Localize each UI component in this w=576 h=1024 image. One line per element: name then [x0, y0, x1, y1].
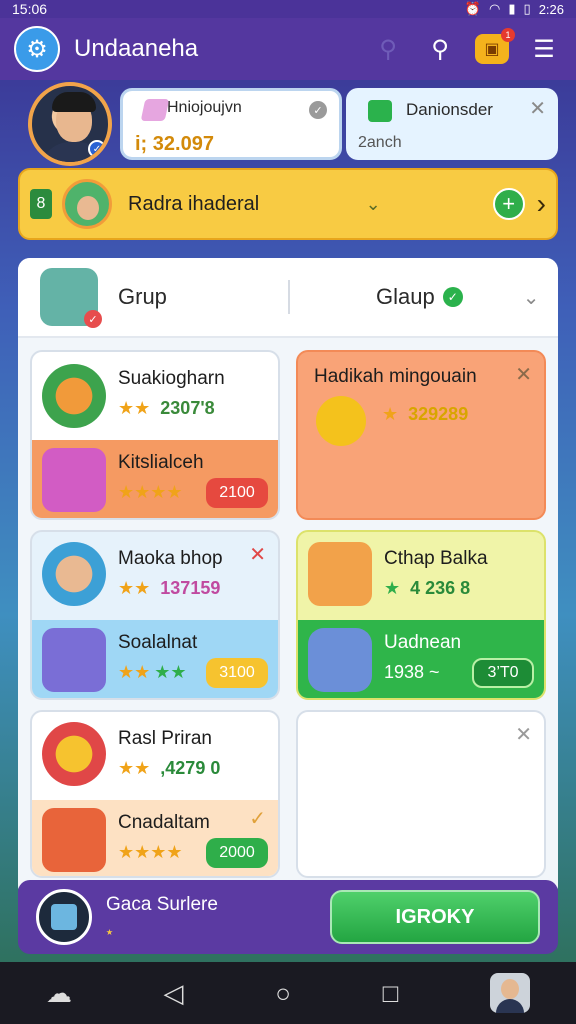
item-rating: ★★ 2307'8: [118, 398, 215, 418]
quest-title: Radra ihaderal: [128, 192, 260, 215]
status-bar: 15:06 ⏰ ◠ ▮ ▯ 2:26: [0, 0, 576, 18]
price-button[interactable]: 3’T0: [472, 658, 534, 688]
item-rating: ★ 4 236 8: [384, 578, 471, 598]
price-button[interactable]: 2100: [206, 478, 268, 508]
item-title: Maoka bhop: [118, 548, 223, 569]
cart-icon: [42, 448, 106, 512]
currency-icon: [140, 99, 170, 121]
item-subvalue: 1938 ~: [384, 662, 440, 682]
tab-glaup[interactable]: Glaup ✓: [376, 284, 463, 310]
game-icon[interactable]: [36, 889, 92, 945]
item-tile[interactable]: Rasl Priran ★★ ,4279 0 Cnadaltam ✓ ★★★★ 2…: [30, 710, 280, 878]
player-avatar[interactable]: ✓: [28, 82, 112, 166]
item-title: Cthap Balka: [384, 548, 488, 569]
close-icon[interactable]: ✕: [529, 96, 546, 121]
item-rating: ★★ 137159: [118, 578, 221, 598]
item-subtitle: Kitslialceh: [118, 452, 204, 473]
badge-icon: ✓: [84, 310, 102, 328]
system-nav-bar: ☁ ◁ ○ □: [0, 962, 576, 1024]
item-tile[interactable]: Suakiogharn ★★ 2307'8 Kitslialceh ★★★★ 21…: [30, 350, 280, 520]
status-time: 15:06: [12, 1, 48, 17]
chevron-right-icon[interactable]: ›: [537, 188, 546, 220]
user-avatar[interactable]: [490, 973, 531, 1013]
item-title: Rasl Priran: [118, 728, 212, 749]
currency-amount: i; 32.097: [135, 133, 214, 155]
recents-icon[interactable]: □: [383, 978, 399, 1009]
empty-tile[interactable]: ✕: [296, 710, 546, 878]
item-title: Hadikah mingouain: [314, 366, 477, 387]
notification-title: Danionsder: [406, 100, 493, 119]
shop-machine-icon: ✓: [40, 268, 102, 328]
price-button[interactable]: 2000: [206, 838, 268, 868]
add-button[interactable]: +: [492, 188, 525, 220]
home-icon[interactable]: ○: [275, 978, 291, 1009]
play-button[interactable]: IGROKY: [330, 890, 540, 944]
app-title: Undaaneha: [74, 35, 199, 62]
item-rating: ★★ ,4279 0: [118, 758, 221, 778]
shop-icon: ▣ 1: [475, 28, 515, 64]
panel-header: ✓ Grup Glaup ✓ ⌄: [18, 258, 558, 338]
bottle-icon: [308, 628, 372, 692]
item-tile[interactable]: ✕ Maoka bhop ★★ 137159 Soalalnat ★★ ★★ 310…: [30, 530, 280, 700]
shop-button[interactable]: ▣ 1: [474, 28, 515, 67]
currency-card[interactable]: Hniojoujvn i; 32.097 ✓: [120, 88, 342, 160]
gold-bars-icon: [42, 808, 106, 872]
app-logo-icon[interactable]: ⚙: [14, 26, 60, 72]
item-subtitle: Cnadaltam: [118, 812, 210, 833]
notification-badge: 1: [501, 28, 515, 42]
profile-row: ✓ Hniojoujvn i; 32.097 ✓ Danionsder 2anc…: [28, 82, 558, 166]
wifi-icon: ◠: [489, 1, 501, 16]
bottom-action-bar: Gaca Surlere ⭑ IGROKY: [18, 880, 558, 954]
item-tile[interactable]: Cthap Balka ★ 4 236 8 Uadnean 1938 ~ 3’T0: [296, 530, 546, 700]
verified-icon: ✓: [88, 140, 106, 158]
tab-glaup-label: Glaup: [376, 284, 435, 309]
alarm-icon: ⏰: [464, 1, 482, 16]
battery-icon: ▯: [523, 1, 531, 16]
item-subtitle: Uadnean: [384, 632, 462, 653]
divider: [288, 280, 290, 314]
assistant-icon[interactable]: ☁: [46, 978, 72, 1009]
price-button[interactable]: 3100: [206, 658, 268, 688]
item-icon: [42, 364, 106, 428]
close-icon[interactable]: ✕: [515, 362, 532, 387]
quest-tag: 8: [30, 189, 52, 219]
shopkeeper-avatar: [42, 542, 106, 606]
chevron-down-icon[interactable]: ⌄: [366, 194, 381, 215]
item-rating: ★ 329289: [382, 404, 469, 424]
item-subrating: ★★★★: [118, 482, 183, 502]
notification-subtitle: 2anch: [358, 134, 402, 151]
bottom-title: Gaca Surlere: [106, 894, 218, 915]
item-subtitle: Soalalnat: [118, 632, 198, 653]
check-icon: ✓: [309, 101, 327, 119]
gift-box-icon: [308, 542, 372, 606]
check-icon: ✓: [249, 808, 266, 830]
menu-icon[interactable]: ☰: [526, 31, 562, 67]
back-icon[interactable]: ◁: [164, 978, 184, 1009]
bottom-subtitle: ⭑: [106, 924, 114, 939]
status-icons: ⏰ ◠ ▮ ▯ 2:26: [465, 1, 564, 17]
ok-icon: ✓: [442, 287, 463, 307]
notification-card[interactable]: Danionsder 2anch ✕: [346, 88, 558, 160]
quest-avatar: [62, 179, 112, 229]
quest-bar[interactable]: 8 Radra ihaderal ⌄ + ›: [18, 168, 558, 240]
search-icon[interactable]: ⚲: [422, 31, 458, 67]
item-title: Suakiogharn: [118, 368, 225, 389]
search-faded-icon[interactable]: ⚲: [370, 31, 406, 67]
close-icon[interactable]: ✕: [515, 722, 532, 747]
box-icon: [42, 628, 106, 692]
money-icon: [42, 722, 106, 786]
signal-icon: ▮: [508, 1, 516, 16]
tab-grup[interactable]: Grup: [118, 284, 288, 310]
top-app-bar: ⚙ Undaaneha ⚲ ⚲ ▣ 1 ☰: [0, 18, 576, 80]
status-clock: 2:26: [538, 1, 564, 17]
currency-title: Hniojoujvn: [167, 99, 242, 116]
chevron-down-icon[interactable]: ⌄: [523, 285, 540, 310]
item-subrating: ★★★★: [118, 842, 183, 862]
coin-icon: [316, 396, 366, 446]
gift-icon: [368, 100, 392, 122]
item-tile[interactable]: ✕ Hadikah mingouain ★ 329289: [296, 350, 546, 520]
item-subrating: ★★★★: [118, 662, 187, 682]
main-panel: ✓ Grup Glaup ✓ ⌄ Suakiogharn ★★ 2307'8 Ki…: [18, 258, 558, 898]
